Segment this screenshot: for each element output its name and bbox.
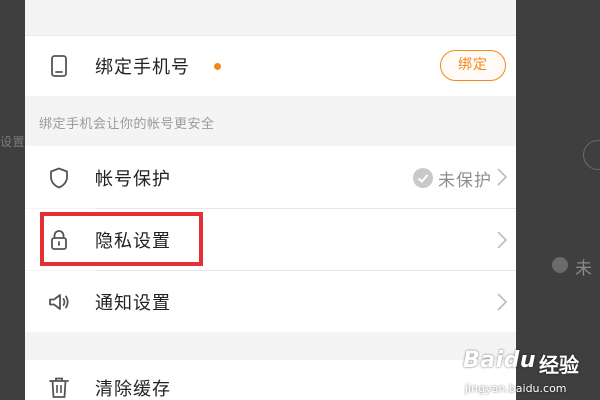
settings-item-label: 帐号保护 bbox=[95, 169, 171, 190]
watermark-url: jingyan.baidu.com bbox=[465, 382, 567, 395]
bind-button[interactable]: 绑定 bbox=[440, 50, 506, 81]
chevron-right-icon bbox=[496, 292, 508, 312]
protection-status-text: 未保护 bbox=[438, 170, 492, 191]
bind-phone-label: 绑定手机号 bbox=[95, 57, 190, 78]
settings-panel: 绑定手机号 绑定 绑定手机会让你的帐号更安全 帐号保护 未保护 隐私设置 通知设… bbox=[25, 0, 516, 400]
background-status-text: 未 bbox=[575, 259, 592, 279]
shield-icon bbox=[47, 166, 71, 190]
highlight-box bbox=[40, 212, 203, 266]
background-check-icon bbox=[552, 257, 568, 273]
watermark-brand: Baidu bbox=[463, 348, 537, 373]
background-label: 设置 bbox=[0, 135, 26, 149]
settings-item-notifications[interactable]: 通知设置 bbox=[25, 271, 516, 332]
background-circle bbox=[583, 140, 600, 170]
phone-icon bbox=[47, 54, 71, 78]
check-circle-icon bbox=[413, 168, 433, 188]
settings-item-clear-cache[interactable]: 清除缓存 bbox=[25, 360, 516, 400]
trash-icon bbox=[47, 375, 71, 399]
watermark-product: 经验 bbox=[539, 353, 579, 377]
watermark: Baidu 经验 jingyan.baidu.com bbox=[463, 340, 600, 400]
settings-item-label: 通知设置 bbox=[95, 293, 171, 314]
protection-status: 未保护 bbox=[413, 163, 492, 193]
unread-dot bbox=[214, 63, 221, 70]
section-gap bbox=[25, 0, 516, 36]
bind-hint-text: 绑定手机会让你的帐号更安全 bbox=[39, 117, 215, 132]
chevron-right-icon bbox=[496, 230, 508, 250]
speaker-icon bbox=[47, 290, 71, 314]
chevron-right-icon bbox=[496, 167, 508, 187]
settings-item-label: 清除缓存 bbox=[95, 379, 171, 400]
